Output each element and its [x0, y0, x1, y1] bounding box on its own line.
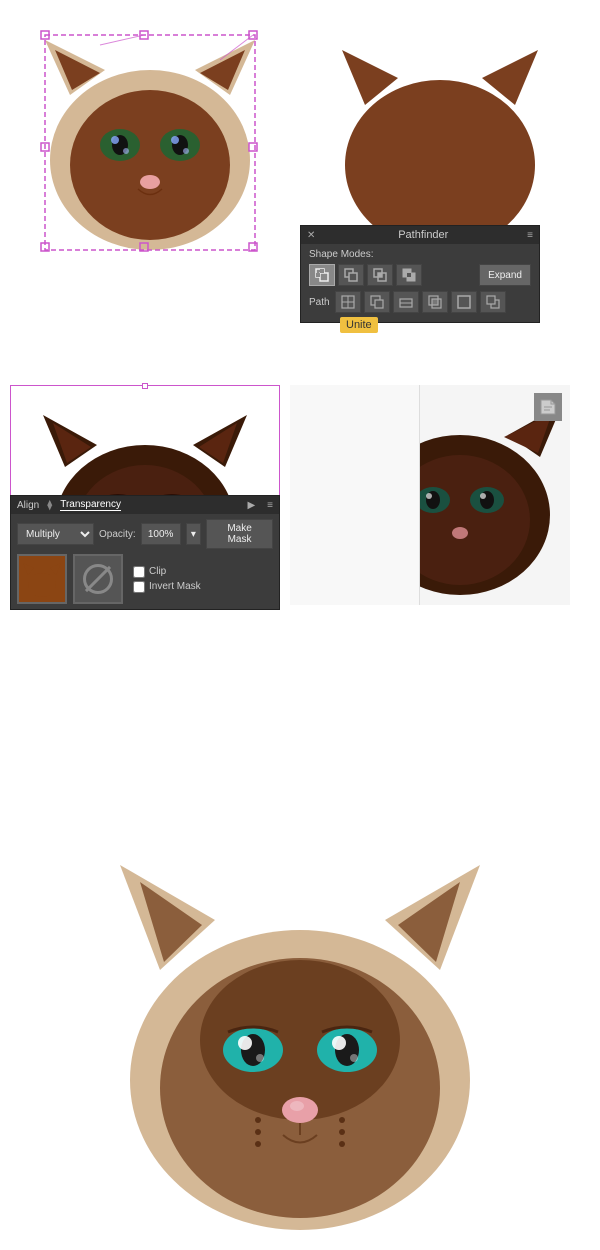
opacity-label: Opacity: — [99, 529, 136, 540]
shape-modes-row: Unite — [309, 264, 531, 286]
pathfinder-title: Pathfinder — [398, 229, 448, 241]
clip-checkbox[interactable] — [133, 566, 145, 578]
clip-row: Clip — [133, 566, 201, 578]
unite-button[interactable]: Unite — [309, 264, 335, 286]
crop-button[interactable] — [422, 291, 448, 313]
minus-front-button[interactable] — [338, 264, 364, 286]
cat-thumbnail — [17, 554, 67, 604]
pathfinder-body: Shape Modes: Unite — [301, 244, 539, 322]
paper-overlay — [290, 385, 420, 605]
pathfinder-titlebar: ✕ Pathfinder ≡ — [301, 226, 539, 244]
intersect-button[interactable] — [367, 264, 393, 286]
merge-button[interactable] — [393, 291, 419, 313]
unite-tooltip: Unite — [340, 317, 378, 333]
panel-expand-icon[interactable]: ▶ — [247, 500, 255, 511]
clip-label: Clip — [149, 566, 166, 577]
shape-modes-label: Shape Modes: — [309, 249, 531, 260]
cat-illustration-flat — [320, 20, 560, 260]
invert-mask-checkbox[interactable] — [133, 581, 145, 593]
invert-mask-label: Invert Mask — [149, 581, 201, 592]
paper-icon — [534, 393, 562, 421]
exclude-button[interactable] — [396, 264, 422, 286]
expand-button[interactable]: Expand — [479, 264, 531, 286]
invert-mask-row: Invert Mask — [133, 581, 201, 593]
transparency-checkboxes: Clip Invert Mask — [133, 566, 201, 593]
divide-button[interactable] — [335, 291, 361, 313]
opacity-stepper[interactable]: ▾ — [186, 523, 201, 545]
minus-back-button[interactable] — [480, 291, 506, 313]
large-cat-illustration — [90, 810, 510, 1230]
mask-thumbnail — [73, 554, 123, 604]
transparency-titlebar: Align ⧫ Transparency ▶ ≡ — [11, 496, 279, 514]
no-mask-symbol — [83, 564, 113, 594]
outline-button[interactable] — [451, 291, 477, 313]
blend-mode-select[interactable]: Multiply — [17, 523, 94, 545]
pathfinder-panel: ✕ Pathfinder ≡ Shape Modes: Unite — [300, 225, 540, 323]
panel-menu-icon[interactable]: ≡ — [527, 230, 533, 241]
make-mask-button[interactable]: Make Mask — [206, 519, 273, 549]
opacity-input[interactable] — [141, 523, 181, 545]
mask-thumbnail-row: Clip Invert Mask — [17, 554, 273, 604]
transparency-body: Multiply Opacity: ▾ Make Mask — [11, 514, 279, 609]
close-icon[interactable]: ✕ — [307, 230, 315, 241]
cat-left-selected — [10, 10, 290, 270]
trim-button[interactable] — [364, 291, 390, 313]
cat-illustration-selected — [20, 15, 280, 265]
panel-menu-icon2[interactable]: ≡ — [267, 500, 273, 511]
transparency-panel: Align ⧫ Transparency ▶ ≡ Multiply Opacit… — [10, 495, 280, 610]
blend-opacity-row: Multiply Opacity: ▾ Make Mask — [17, 519, 273, 549]
bottom-cat-section — [0, 780, 600, 1250]
pathfinders-label: Path — [309, 297, 330, 308]
transparency-tab[interactable]: Transparency — [60, 499, 121, 511]
cat-middle-masked — [290, 385, 570, 605]
align-tab[interactable]: Align — [17, 500, 39, 511]
pathfinders-row: Path — [309, 291, 531, 313]
